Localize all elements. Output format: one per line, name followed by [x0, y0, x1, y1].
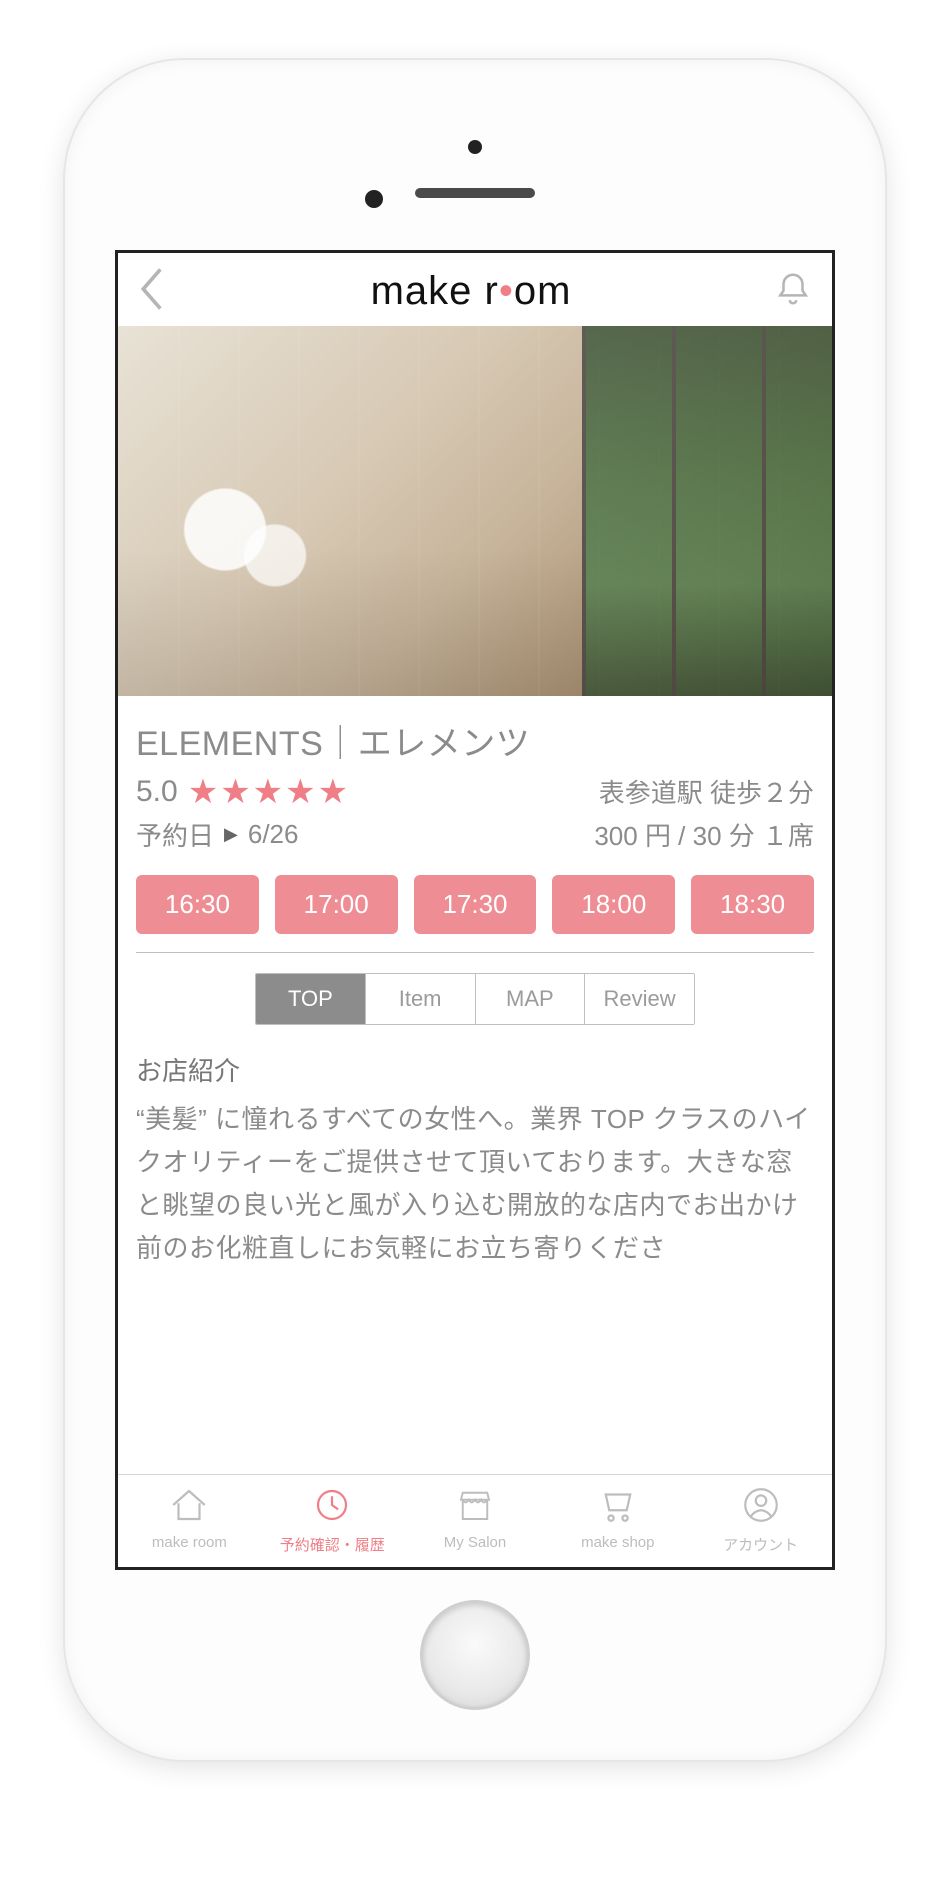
- time-slot-button[interactable]: 18:00: [552, 875, 675, 934]
- home-icon: [168, 1485, 210, 1530]
- app-title-dot-icon: •: [499, 269, 514, 313]
- salon-hero-image: [118, 326, 832, 696]
- nav-label: make room: [152, 1534, 227, 1551]
- storefront-icon: [454, 1485, 496, 1530]
- nav-label: 予約確認・履歴: [280, 1534, 385, 1555]
- device-frame: make r•om ELEMENTS｜エレメンツ 5.0 ★★★★★ 表参道駅 …: [65, 60, 885, 1760]
- nav-label: アカウント: [723, 1534, 798, 1555]
- reserve-label-text: 予約日: [136, 816, 214, 853]
- reserve-date-picker[interactable]: 予約日 ▶ 6/26: [136, 816, 298, 853]
- play-triangle-icon: ▶: [224, 824, 238, 845]
- nav-label: My Salon: [444, 1534, 507, 1551]
- app-header: make r•om: [118, 253, 832, 326]
- app-title-pre: make r: [371, 269, 499, 313]
- user-icon: [740, 1485, 782, 1530]
- rating-stars-icon: ★★★★★: [188, 775, 350, 809]
- app-screen: make r•om ELEMENTS｜エレメンツ 5.0 ★★★★★ 表参道駅 …: [115, 250, 835, 1570]
- bottom-nav: make room 予約確認・履歴 My Salon make shop: [118, 1474, 832, 1567]
- description-body: “美髪” に憧れるすべての女性へ。業界 TOP クラスのハイクオリティーをご提供…: [136, 1098, 814, 1270]
- price-info: 300 円 / 30 分 １席: [594, 816, 814, 853]
- nav-reservation-history[interactable]: 予約確認・履歴: [261, 1475, 404, 1567]
- detail-tabs: TOP Item MAP Review: [255, 973, 695, 1025]
- time-slot-button[interactable]: 16:30: [136, 875, 259, 934]
- time-slot-list: 16:30 17:00 17:30 18:00 18:30: [136, 875, 814, 934]
- time-slot-button[interactable]: 17:00: [275, 875, 398, 934]
- notifications-button[interactable]: [774, 270, 812, 313]
- device-home-button[interactable]: [420, 1600, 530, 1710]
- tab-item[interactable]: Item: [365, 974, 475, 1024]
- time-slot-button[interactable]: 18:30: [691, 875, 814, 934]
- station-info: 表参道駅 徒歩２分: [599, 773, 814, 810]
- time-slot-button[interactable]: 17:30: [414, 875, 537, 934]
- device-speaker: [415, 188, 535, 198]
- clock-icon: [311, 1485, 353, 1530]
- nav-make-shop[interactable]: make shop: [546, 1475, 689, 1567]
- app-title-post: om: [514, 269, 572, 313]
- nav-my-salon[interactable]: My Salon: [404, 1475, 547, 1567]
- divider: [136, 952, 814, 953]
- device-front-camera: [365, 190, 383, 208]
- tab-top[interactable]: TOP: [256, 974, 365, 1024]
- tab-review[interactable]: Review: [584, 974, 694, 1024]
- cart-icon: [597, 1485, 639, 1530]
- salon-name: ELEMENTS｜エレメンツ: [136, 716, 814, 765]
- reserve-date-value: 6/26: [248, 819, 299, 850]
- nav-label: make shop: [581, 1534, 654, 1551]
- reserve-row: 予約日 ▶ 6/26 300 円 / 30 分 １席: [136, 816, 814, 853]
- salon-detail: ELEMENTS｜エレメンツ 5.0 ★★★★★ 表参道駅 徒歩２分 予約日 ▶…: [118, 696, 832, 1270]
- nav-make-room[interactable]: make room: [118, 1475, 261, 1567]
- tab-map[interactable]: MAP: [475, 974, 585, 1024]
- rating-row: 5.0 ★★★★★ 表参道駅 徒歩２分: [136, 773, 814, 810]
- description-heading: お店紹介: [136, 1051, 814, 1088]
- rating-value: 5.0: [136, 775, 178, 809]
- app-title: make r•om: [371, 269, 572, 314]
- back-button[interactable]: [138, 267, 168, 316]
- device-top-dot: [468, 140, 482, 154]
- nav-account[interactable]: アカウント: [689, 1475, 832, 1567]
